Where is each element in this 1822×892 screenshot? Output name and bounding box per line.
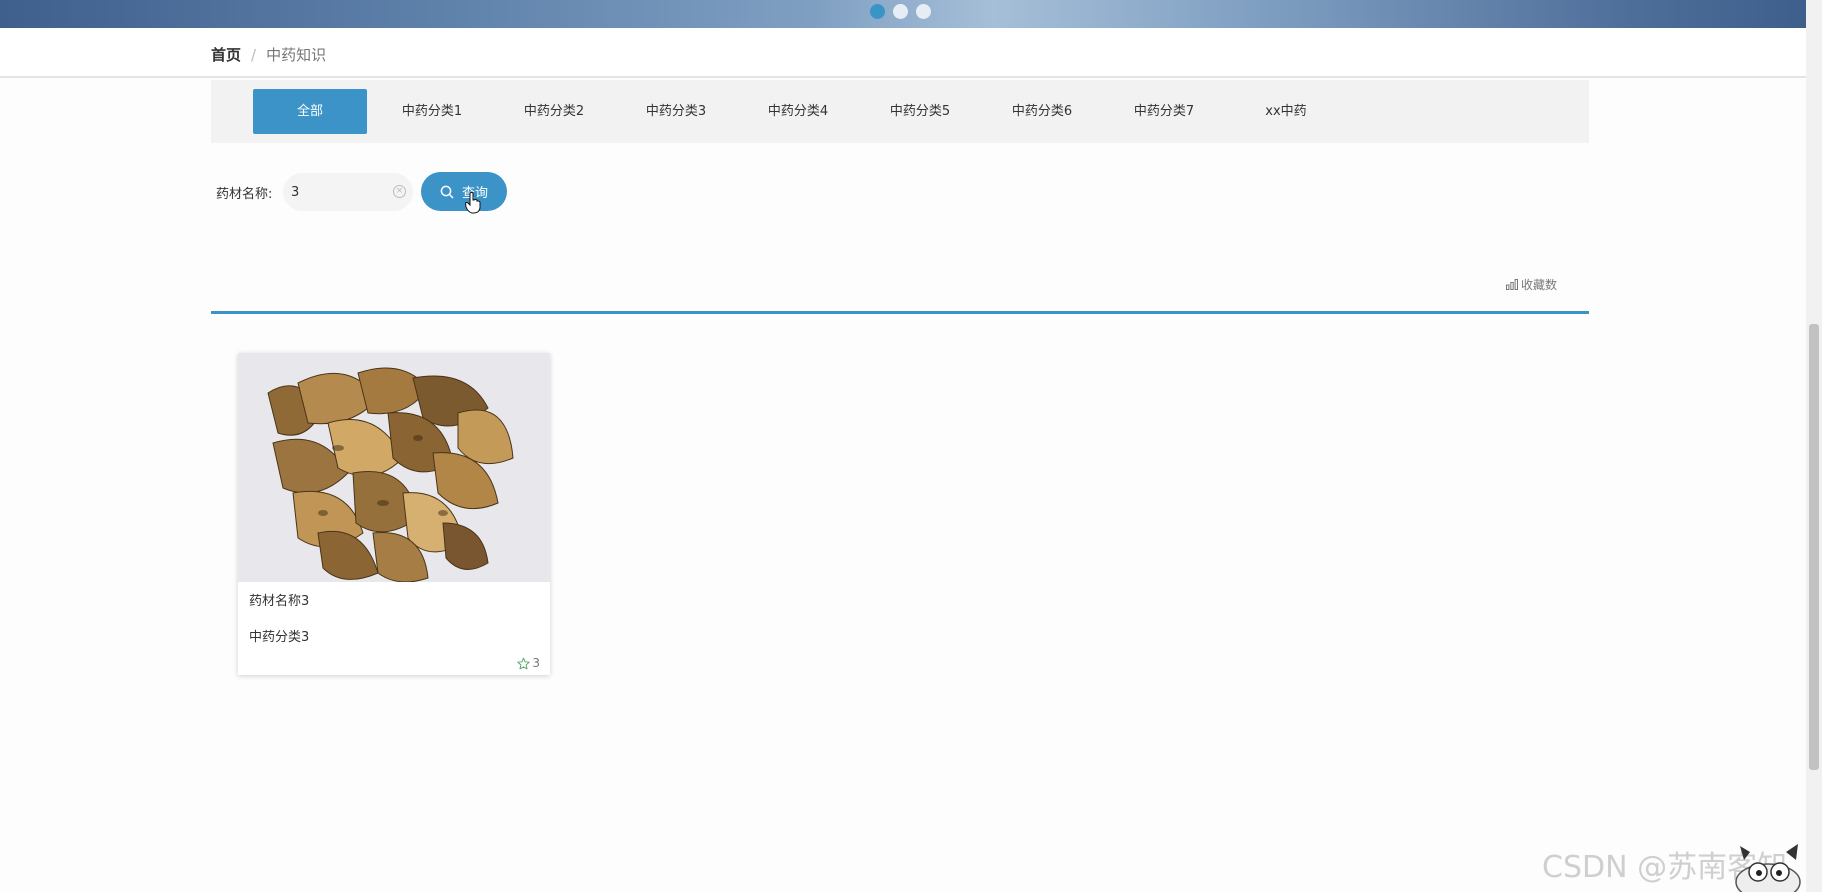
category-tab-all[interactable]: 全部 [253, 89, 367, 134]
herb-seed-pods-image [238, 353, 550, 582]
sort-label: 收藏数 [1521, 278, 1558, 292]
bar-chart-icon [1506, 279, 1518, 290]
carousel-dot-3[interactable] [916, 4, 931, 19]
clear-icon[interactable]: × [393, 185, 406, 198]
breadcrumb-bar: 首页 / 中药知识 [0, 28, 1806, 78]
product-name: 药材名称3 [249, 594, 310, 609]
category-tab-xx[interactable]: xx中药 [1229, 89, 1343, 134]
search-input[interactable] [291, 173, 386, 211]
category-tab-2[interactable]: 中药分类2 [497, 89, 611, 134]
search-icon [440, 185, 454, 198]
carousel-dots [870, 4, 931, 19]
product-image [238, 353, 550, 582]
banner-carousel [0, 0, 1806, 28]
category-tab-5[interactable]: 中药分类5 [863, 89, 977, 134]
page-scrollbar[interactable] [1806, 0, 1822, 892]
carousel-dot-2[interactable] [893, 4, 908, 19]
category-tab-1[interactable]: 中药分类1 [375, 89, 489, 134]
breadcrumb-home-link[interactable]: 首页 [211, 44, 241, 65]
scrollbar-thumb[interactable] [1809, 324, 1819, 770]
search-label: 药材名称: [216, 187, 273, 202]
star-icon [517, 657, 531, 669]
section-divider [211, 311, 1589, 314]
carousel-dot-1[interactable] [870, 4, 885, 19]
category-tab-4[interactable]: 中药分类4 [741, 89, 855, 134]
sort-by-favorites[interactable]: 收藏数 [1506, 276, 1557, 293]
product-card[interactable]: 药材名称3 中药分类3 3 [238, 353, 550, 675]
category-tab-3[interactable]: 中药分类3 [619, 89, 733, 134]
category-tab-7[interactable]: 中药分类7 [1107, 89, 1221, 134]
category-tab-6[interactable]: 中药分类6 [985, 89, 1099, 134]
query-button[interactable]: 查询 [421, 172, 507, 211]
product-category: 中药分类3 [249, 630, 310, 645]
hand-cursor-icon [465, 192, 481, 214]
breadcrumb: 首页 / 中药知识 [211, 44, 326, 65]
search-input-wrapper: × [283, 173, 413, 211]
favorite-count-value: 3 [532, 656, 540, 670]
breadcrumb-separator: / [251, 45, 257, 64]
mascot-icon [1735, 844, 1801, 892]
breadcrumb-current: 中药知识 [266, 46, 327, 64]
category-filter-bar: 全部 中药分类1 中药分类2 中药分类3 中药分类4 中药分类5 中药分类6 中… [211, 80, 1589, 143]
favorite-count[interactable]: 3 [517, 656, 540, 670]
